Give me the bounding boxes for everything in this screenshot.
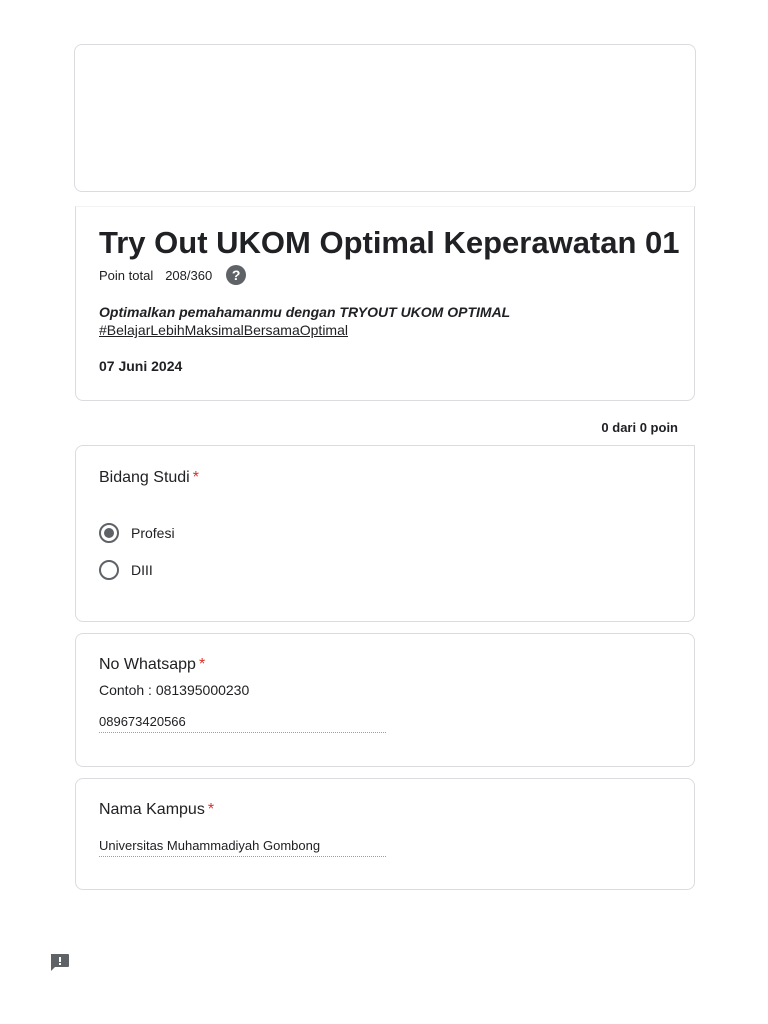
total-score: Poin total 208/360 ? [99,265,247,285]
form-description: Optimalkan pemahamanmu dengan TRYOUT UKO… [99,303,510,339]
score-value: 208/360 [165,267,213,283]
question-title: No Whatsapp * [99,656,205,674]
required-asterisk: * [192,469,199,486]
question-title: Nama Kampus * [99,801,214,819]
hashtag-link[interactable]: #BelajarLebihMaksimalBersamaOptimal [99,321,510,339]
radio-option-profesi[interactable]: Profesi [99,523,175,543]
radio-option-label: DIII [131,562,153,578]
form-header-card: Try Out UKOM Optimal Keperawatan 01 Poin… [75,206,695,401]
question-title-text: No Whatsapp [99,656,196,673]
description-text: Optimalkan pemahamanmu dengan TRYOUT UKO… [99,304,511,320]
answer-whatsapp: 089673420566 [99,714,386,733]
question-no-whatsapp: No Whatsapp * Contoh : 081395000230 08967… [75,633,695,767]
question-title-text: Nama Kampus [99,801,205,818]
points-summary: 0 dari 0 poin [601,420,678,435]
question-nama-kampus: Nama Kampus * Universitas Muhammadiyah Go… [75,778,695,890]
required-asterisk: * [198,656,206,673]
form-date: 07 Juni 2024 [99,358,183,374]
required-asterisk: * [207,801,215,818]
score-label: Poin total [99,267,154,283]
help-icon[interactable]: ? [226,265,247,285]
radio-button[interactable] [99,560,119,580]
header-banner [74,44,696,192]
form-title: Try Out UKOM Optimal Keperawatan 01 [99,225,680,260]
question-title-text: Bidang Studi [99,469,190,486]
radio-option-label: Profesi [131,525,175,541]
question-bidang-studi: Bidang Studi * Profesi DIII [75,445,695,622]
radio-button-selected[interactable] [99,523,119,543]
question-help-text: Contoh : 081395000230 [99,682,250,698]
answer-nama-kampus: Universitas Muhammadiyah Gombong [99,838,386,857]
radio-selected-dot [104,528,114,538]
radio-option-diii[interactable]: DIII [99,560,153,580]
question-title: Bidang Studi * [99,469,199,487]
report-feedback-icon[interactable] [49,953,70,972]
